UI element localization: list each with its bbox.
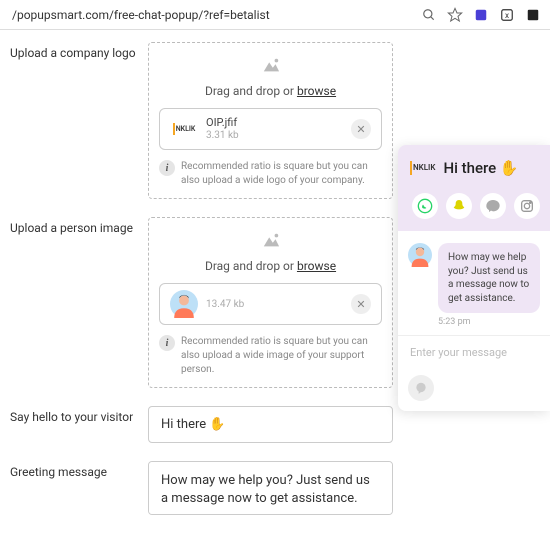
zoom-icon[interactable] — [420, 6, 438, 24]
browser-bar: /popupsmart.com/free-chat-popup/?ref=bet… — [0, 0, 550, 30]
url-text: /popupsmart.com/free-chat-popup/?ref=bet… — [8, 8, 412, 22]
person-dropzone[interactable]: Drag and drop or browse 13.47 kb ✕ i Rec… — [148, 217, 393, 388]
image-icon — [159, 57, 382, 80]
logo-thumbnail: NKLIK — [170, 115, 198, 143]
remove-person-button[interactable]: ✕ — [351, 294, 371, 314]
info-icon: i — [159, 160, 175, 176]
image-icon — [159, 232, 382, 255]
greeting-label: Greeting message — [10, 461, 138, 479]
greeting-input[interactable] — [148, 461, 393, 515]
drop-text: Drag and drop or browse — [159, 259, 382, 273]
drop-text: Drag and drop or browse — [159, 84, 382, 98]
ext-icon-3[interactable] — [524, 6, 542, 24]
ext-icon-2[interactable]: x — [498, 6, 516, 24]
logo-file-size: 3.31 kb — [206, 130, 343, 141]
chat-preview: NKLIK Hi there ✋ How may we help you? Ju… — [398, 145, 550, 411]
favorite-icon[interactable] — [446, 6, 464, 24]
person-thumbnail — [170, 290, 198, 318]
hello-row: Say hello to your visitor — [10, 406, 540, 443]
browse-link[interactable]: browse — [297, 259, 336, 273]
person-label: Upload a person image — [10, 217, 138, 235]
chat-bubble-icon[interactable] — [408, 375, 434, 401]
preview-input[interactable]: Enter your message — [398, 335, 550, 369]
preview-time: 5:23 pm — [438, 317, 540, 327]
snapchat-icon[interactable] — [446, 193, 472, 219]
logo-file-pill: NKLIK OIP.jfif 3.31 kb ✕ — [159, 108, 382, 150]
instagram-icon[interactable] — [514, 193, 540, 219]
browse-link[interactable]: browse — [297, 84, 336, 98]
logo-file-name: OIP.jfif — [206, 117, 343, 129]
person-file-pill: 13.47 kb ✕ — [159, 283, 382, 325]
preview-avatar — [408, 243, 432, 271]
ext-icon-1[interactable] — [472, 6, 490, 24]
info-icon: i — [159, 335, 175, 351]
hello-label: Say hello to your visitor — [10, 406, 138, 424]
preview-logo: NKLIK — [410, 161, 435, 175]
logo-dropzone[interactable]: Drag and drop or browse NKLIK OIP.jfif 3… — [148, 42, 393, 199]
preview-hello: Hi there ✋ — [443, 159, 518, 177]
preview-message: How may we help you? Just send us a mess… — [438, 243, 540, 313]
svg-text:x: x — [505, 9, 509, 19]
person-file-size: 13.47 kb — [206, 299, 343, 310]
whatsapp-icon[interactable] — [412, 193, 438, 219]
remove-logo-button[interactable]: ✕ — [351, 119, 371, 139]
greeting-row: Greeting message — [10, 461, 540, 519]
hello-input[interactable] — [148, 406, 393, 443]
logo-label: Upload a company logo — [10, 42, 138, 60]
person-hint: Recommended ratio is square but you can … — [181, 335, 382, 377]
logo-hint: Recommended ratio is square but you can … — [181, 160, 382, 188]
messenger-icon[interactable] — [480, 193, 506, 219]
